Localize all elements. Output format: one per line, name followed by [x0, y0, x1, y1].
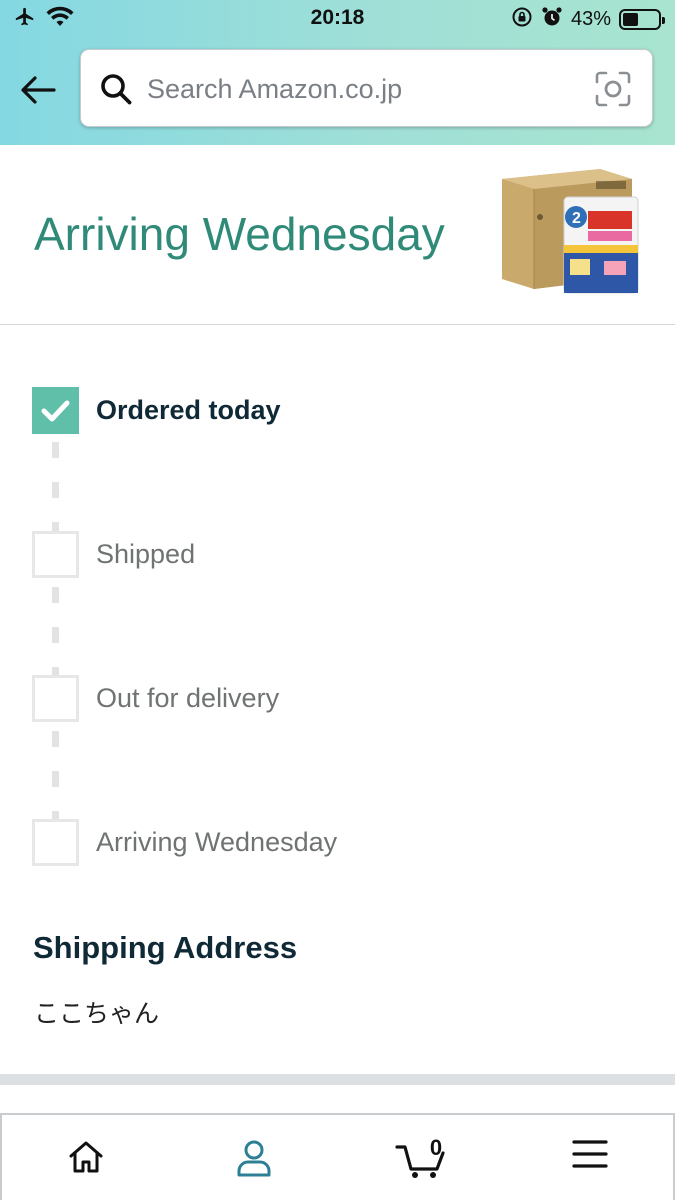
step-checkbox — [32, 531, 79, 578]
menu-icon — [572, 1140, 608, 1168]
nav-home[interactable] — [2, 1115, 170, 1200]
step-checkbox — [32, 675, 79, 722]
orientation-lock-icon — [511, 6, 533, 33]
delivery-summary: Arriving Wednesday 2 — [0, 145, 675, 325]
step-label: Ordered today — [96, 395, 281, 425]
nav-menu[interactable] — [506, 1115, 674, 1200]
home-icon — [69, 1141, 103, 1173]
back-button[interactable] — [18, 70, 62, 110]
timeline-connector — [52, 442, 59, 532]
step-label: Out for delivery — [96, 683, 280, 713]
tracking-step-arriving: Arriving Wednesday — [32, 819, 632, 867]
back-arrow-icon — [21, 76, 56, 104]
cart-count-badge: 0 — [429, 1135, 443, 1160]
camera-icon[interactable] — [594, 70, 632, 108]
section-divider — [0, 1074, 675, 1085]
battery-percent: 43% — [570, 8, 611, 30]
nav-cart[interactable]: 0 — [338, 1115, 506, 1200]
battery-icon — [619, 9, 665, 30]
svg-text:2: 2 — [572, 210, 581, 227]
delivery-title: Arriving Wednesday — [34, 208, 445, 260]
search-icon — [101, 74, 132, 105]
battery-level-fill — [623, 13, 638, 26]
alarm-icon — [541, 6, 563, 33]
checkmark-icon — [41, 400, 70, 422]
search-input[interactable] — [147, 67, 567, 111]
step-label: Arriving Wednesday — [96, 827, 338, 857]
tracking-step-ordered: Ordered today — [32, 387, 632, 435]
status-bar: 20:18 43% — [0, 0, 675, 38]
tracking-timeline: Ordered today Shipped Out for delivery A… — [0, 325, 675, 895]
nav-account[interactable] — [170, 1115, 338, 1200]
tracking-step-shipped: Shipped — [32, 531, 632, 579]
product-image[interactable]: 2 — [500, 167, 640, 297]
app-header: 20:18 43% — [0, 0, 675, 145]
bottom-nav: 0 — [0, 1113, 675, 1200]
tracking-step-out-for-delivery: Out for delivery — [32, 675, 632, 723]
battery-tip — [662, 17, 665, 24]
step-checkbox — [32, 387, 79, 434]
account-icon — [237, 1140, 271, 1177]
step-label: Shipped — [96, 539, 196, 569]
shipping-address-heading: Shipping Address — [33, 930, 298, 965]
step-checkbox — [32, 819, 79, 866]
timeline-connector — [52, 731, 59, 821]
search-bar[interactable] — [80, 49, 653, 127]
timeline-connector — [52, 587, 59, 677]
shipping-recipient-name: ここちゃん — [34, 999, 160, 1028]
status-right: 43% — [511, 6, 665, 33]
